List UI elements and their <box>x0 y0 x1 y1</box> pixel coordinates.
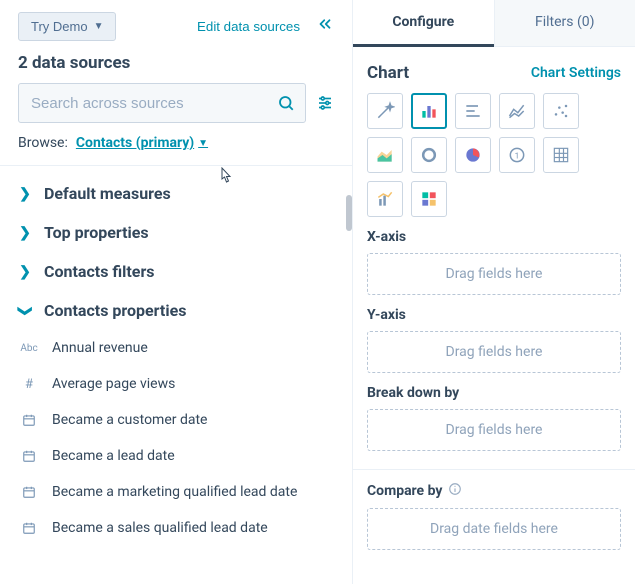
info-icon[interactable] <box>448 482 462 500</box>
group-label: Top properties <box>44 223 149 242</box>
edit-data-sources-button[interactable]: Edit data sources <box>191 18 306 35</box>
text-type-icon: Abc <box>20 343 38 354</box>
property-item[interactable]: Became a lead date <box>0 438 352 474</box>
chart-type-pie[interactable] <box>455 137 491 173</box>
chevron-right-icon: ❯ <box>18 186 32 202</box>
right-panel: Configure Filters (0) Chart Chart Settin… <box>353 0 635 584</box>
group-contacts-filters[interactable]: ❯ Contacts filters <box>0 252 352 291</box>
date-type-icon <box>20 521 38 535</box>
group-label: Contacts properties <box>44 301 186 320</box>
group-label: Contacts filters <box>44 262 155 281</box>
tab-filters[interactable]: Filters (0) <box>494 0 635 46</box>
chart-type-kpi[interactable]: 1 <box>499 137 535 173</box>
chart-type-combo[interactable] <box>367 181 403 217</box>
filter-settings-icon[interactable] <box>316 94 334 112</box>
property-label: Became a marketing qualified lead date <box>52 484 297 500</box>
search-input[interactable] <box>29 94 277 113</box>
compare-dropzone[interactable]: Drag date fields here <box>367 508 621 550</box>
property-item[interactable]: Became a customer date <box>0 402 352 438</box>
y-axis-label: Y-axis <box>367 307 621 323</box>
date-type-icon <box>20 413 38 427</box>
y-axis-dropzone[interactable]: Drag fields here <box>367 331 621 373</box>
chart-settings-link[interactable]: Chart Settings <box>531 65 621 81</box>
chart-type-area[interactable] <box>367 137 403 173</box>
property-label: Became a customer date <box>52 412 207 428</box>
group-contacts-properties[interactable]: ❯ Contacts properties <box>0 291 352 330</box>
chevron-right-icon: ❯ <box>18 264 32 280</box>
property-item[interactable]: Became a marketing qualified lead date <box>0 474 352 510</box>
top-controls: Try Demo ▼ Edit data sources <box>0 0 352 41</box>
property-item[interactable]: Became a sales qualified lead date <box>0 510 352 546</box>
svg-text:1: 1 <box>515 151 520 161</box>
chevron-right-icon: ❯ <box>18 225 32 241</box>
property-label: Became a lead date <box>52 448 175 464</box>
chart-type-table[interactable] <box>543 137 579 173</box>
compare-label-row: Compare by <box>367 482 621 500</box>
number-type-icon: # <box>20 377 38 392</box>
scrollbar-thumb[interactable] <box>346 195 352 231</box>
chart-section: Chart Chart Settings 1 <box>353 47 635 217</box>
browse-source-value: Contacts (primary) <box>76 135 194 151</box>
chart-type-magic[interactable] <box>367 93 403 129</box>
chart-type-grid: 1 <box>367 93 621 217</box>
search-box[interactable] <box>18 83 306 123</box>
date-type-icon <box>20 449 38 463</box>
property-item[interactable]: Abc Annual revenue <box>0 330 352 366</box>
chart-type-line[interactable] <box>499 93 535 129</box>
chevron-down-icon: ▼ <box>94 21 104 32</box>
browse-label: Browse: <box>18 135 68 151</box>
top-right-controls: Edit data sources <box>191 15 334 38</box>
collapse-panel-icon[interactable] <box>316 15 334 38</box>
try-demo-button[interactable]: Try Demo ▼ <box>18 12 116 41</box>
chart-type-bar-vertical[interactable] <box>411 93 447 129</box>
y-axis-section: Y-axis Drag fields here <box>353 295 635 373</box>
data-sources-heading: 2 data sources <box>0 41 352 83</box>
tab-configure[interactable]: Configure <box>353 0 494 47</box>
compare-label: Compare by <box>367 483 442 499</box>
app-root: Try Demo ▼ Edit data sources 2 data sour… <box>0 0 635 584</box>
chevron-down-icon: ❯ <box>17 304 33 318</box>
try-demo-label: Try Demo <box>31 19 88 34</box>
chart-type-summary[interactable] <box>411 181 447 217</box>
property-item[interactable]: # Average page views <box>0 366 352 402</box>
group-default-measures[interactable]: ❯ Default measures <box>0 174 352 213</box>
chart-type-scatter[interactable] <box>543 93 579 129</box>
browse-source-dropdown[interactable]: Contacts (primary) ▼ <box>76 135 208 151</box>
config-tabs: Configure Filters (0) <box>353 0 635 47</box>
breakdown-section: Break down by Drag fields here <box>353 373 635 451</box>
x-axis-label: X-axis <box>367 229 621 245</box>
x-axis-dropzone[interactable]: Drag fields here <box>367 253 621 295</box>
date-type-icon <box>20 485 38 499</box>
breakdown-label: Break down by <box>367 385 621 401</box>
chart-type-bar-horizontal[interactable] <box>455 93 491 129</box>
field-groups: ❯ Default measures ❯ Top properties ❯ Co… <box>0 166 352 584</box>
group-label: Default measures <box>44 184 171 203</box>
properties-list: Abc Annual revenue # Average page views … <box>0 330 352 546</box>
left-panel: Try Demo ▼ Edit data sources 2 data sour… <box>0 0 353 584</box>
compare-section: Compare by Drag date fields here <box>353 470 635 550</box>
chart-section-head: Chart Chart Settings <box>367 63 621 83</box>
breakdown-dropzone[interactable]: Drag fields here <box>367 409 621 451</box>
property-label: Became a sales qualified lead date <box>52 520 268 536</box>
property-label: Annual revenue <box>52 340 148 356</box>
search-row <box>0 83 352 135</box>
chevron-down-icon: ▼ <box>198 138 208 149</box>
x-axis-section: X-axis Drag fields here <box>353 217 635 295</box>
group-top-properties[interactable]: ❯ Top properties <box>0 213 352 252</box>
chart-type-donut[interactable] <box>411 137 447 173</box>
browse-row: Browse: Contacts (primary) ▼ <box>0 135 352 165</box>
search-icon[interactable] <box>277 94 295 112</box>
chart-section-title: Chart <box>367 63 409 83</box>
property-label: Average page views <box>52 376 175 392</box>
